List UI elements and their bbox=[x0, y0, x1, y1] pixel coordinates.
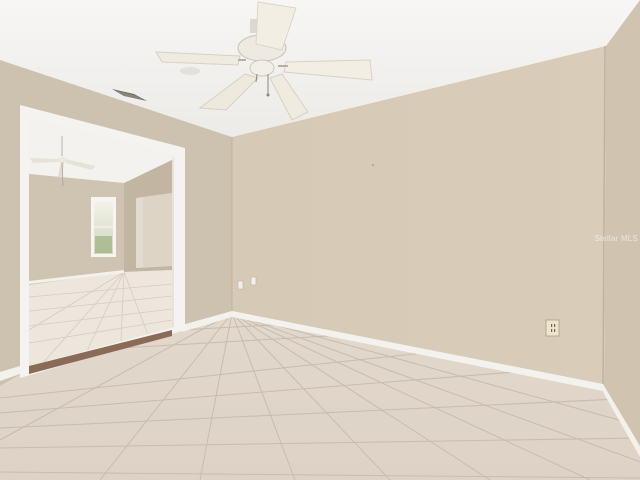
right-wall bbox=[604, 0, 640, 456]
room-photo bbox=[0, 0, 640, 480]
ceiling-mark bbox=[180, 67, 200, 75]
wall-outlet bbox=[237, 280, 244, 290]
next-room-hall-wall bbox=[143, 193, 172, 267]
wall-outlet bbox=[250, 276, 257, 286]
wall-nail-hole bbox=[372, 164, 374, 166]
watermark-text: Stellar MLS bbox=[594, 234, 638, 243]
window-foliage bbox=[95, 236, 112, 253]
wall-outlet bbox=[545, 319, 560, 337]
